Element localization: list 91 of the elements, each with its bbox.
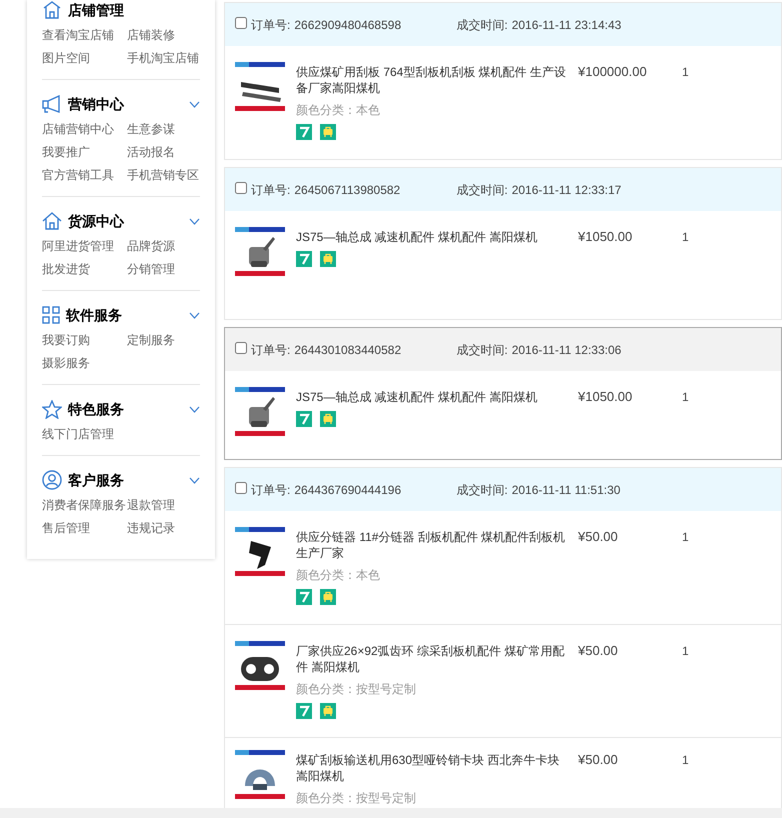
price: ¥100000.00 [577, 63, 648, 81]
quantity: 1 [682, 229, 689, 246]
quantity: 1 [682, 64, 689, 81]
seven-badge-icon [296, 589, 312, 605]
deal-time-label: 成交时间: [456, 16, 508, 34]
order-checkbox[interactable] [235, 342, 247, 354]
menu-link[interactable]: 生意参谋 [127, 120, 200, 138]
menu-link[interactable]: 品牌货源 [127, 237, 200, 255]
product-title[interactable]: 供应煤矿用刮板 764型刮板机刮板 煤机配件 生产设备厂家嵩阳煤机 [296, 60, 568, 96]
product-title[interactable]: JS75—轴总成 减速机配件 煤机配件 嵩阳煤机 [296, 225, 568, 245]
quantity: 1 [682, 752, 689, 769]
bag-badge-icon [320, 251, 336, 267]
bag-badge-icon [320, 124, 336, 140]
product-title[interactable]: 厂家供应26×92弧齿环 综采刮板机配件 煤矿常用配件 嵩阳煤机 [296, 639, 568, 675]
seven-badge-icon [296, 703, 312, 719]
deal-time-label: 成交时间: [456, 342, 508, 358]
order-number: 2662909480468598 [294, 16, 402, 34]
deal-time: 2016-11-11 12:33:06 [512, 342, 622, 358]
bag-badge-icon [320, 589, 336, 605]
person-icon [42, 470, 62, 490]
order-number-label: 订单号: [251, 342, 290, 358]
section-title[interactable]: 软件服务 [66, 304, 183, 326]
order-number: 2645067113980582 [294, 182, 402, 198]
menu-link[interactable]: 查看淘宝店铺 [42, 26, 127, 44]
order-checkbox[interactable] [235, 482, 247, 494]
section-title[interactable]: 特色服务 [68, 398, 183, 420]
deal-time: 2016-11-11 11:51:30 [512, 482, 620, 498]
deal-time-label: 成交时间: [456, 182, 508, 198]
section-title[interactable]: 店铺管理 [68, 0, 200, 20]
chevron-icon[interactable] [189, 476, 200, 484]
bag-badge-icon [320, 411, 336, 427]
menu-link[interactable]: 我要推广 [42, 143, 127, 161]
price: ¥1050.00 [577, 228, 634, 246]
menu-link[interactable]: 店铺营销中心 [42, 120, 127, 138]
megaphone-icon [42, 95, 62, 113]
order-number: 2644367690444196 [294, 482, 402, 498]
chevron-icon[interactable] [189, 100, 200, 108]
menu-link[interactable]: 消费者保障服务 [42, 496, 127, 514]
star-icon [42, 400, 62, 418]
menu-link[interactable]: 我要订购 [42, 331, 127, 349]
quantity: 1 [682, 643, 689, 660]
order-number: 2644301083440582 [294, 342, 402, 358]
seven-badge-icon [296, 124, 312, 140]
menu-link[interactable]: 线下门店管理 [42, 425, 127, 443]
price: ¥50.00 [577, 528, 619, 546]
seven-badge-icon [296, 251, 312, 267]
menu-link[interactable]: 阿里进货管理 [42, 237, 127, 255]
product-title[interactable]: JS75—轴总成 减速机配件 煤机配件 嵩阳煤机 [296, 385, 568, 405]
menu-link[interactable]: 分销管理 [127, 260, 200, 278]
menu-link[interactable]: 活动报名 [127, 143, 200, 161]
menu-link[interactable]: 违规记录 [127, 519, 200, 537]
price: ¥1050.00 [577, 388, 634, 406]
product-spec: 颜色分类：本色 [296, 102, 381, 118]
menu-link[interactable]: 手机淘宝店铺 [127, 49, 200, 67]
menu-link[interactable]: 店铺装修 [127, 26, 200, 44]
menu-link[interactable]: 手机营销专区 [127, 166, 200, 184]
order-checkbox[interactable] [235, 16, 247, 28]
order-checkbox[interactable] [235, 182, 247, 194]
deal-time: 2016-11-11 12:33:17 [512, 182, 622, 198]
order-number-label: 订单号: [251, 16, 290, 34]
section-title[interactable]: 货源中心 [68, 210, 183, 232]
quantity: 1 [682, 529, 689, 546]
menu-link[interactable]: 退款管理 [127, 496, 200, 514]
seven-badge-icon [296, 411, 312, 427]
menu-link[interactable]: 批发进货 [42, 260, 127, 278]
deal-time: 2016-11-11 23:14:43 [512, 16, 622, 34]
chevron-icon[interactable] [189, 312, 200, 318]
deal-time-label: 成交时间: [456, 482, 508, 498]
bag-badge-icon [320, 703, 336, 719]
menu-link[interactable]: 售后管理 [42, 519, 127, 537]
order-number-label: 订单号: [251, 182, 290, 198]
menu-link[interactable]: 定制服务 [127, 331, 200, 349]
chevron-icon[interactable] [189, 218, 200, 224]
menu-link[interactable]: 图片空间 [42, 49, 127, 67]
section-title[interactable]: 客户服务 [68, 470, 183, 490]
menu-link[interactable]: 摄影服务 [42, 354, 127, 372]
price: ¥50.00 [577, 642, 619, 660]
product-title[interactable]: 供应分链器 11#分链器 刮板机配件 煤机配件刮板机生产厂家 [296, 525, 568, 561]
product-spec: 颜色分类：按型号定制 [296, 790, 417, 806]
product-title[interactable]: 煤矿刮板输送机用630型哑铃销卡块 西北奔牛卡块嵩阳煤机 [296, 748, 568, 784]
house-icon [42, 211, 62, 231]
shop-icon [42, 0, 62, 20]
section-title[interactable]: 营销中心 [68, 94, 183, 114]
product-spec: 颜色分类：本色 [296, 567, 381, 583]
menu-link[interactable]: 官方营销工具 [42, 166, 127, 184]
quantity: 1 [682, 389, 689, 406]
chevron-icon[interactable] [189, 406, 200, 412]
product-spec: 颜色分类：按型号定制 [296, 681, 417, 697]
price: ¥50.00 [577, 751, 619, 769]
order-number-label: 订单号: [251, 482, 290, 498]
grid-icon [42, 306, 60, 324]
